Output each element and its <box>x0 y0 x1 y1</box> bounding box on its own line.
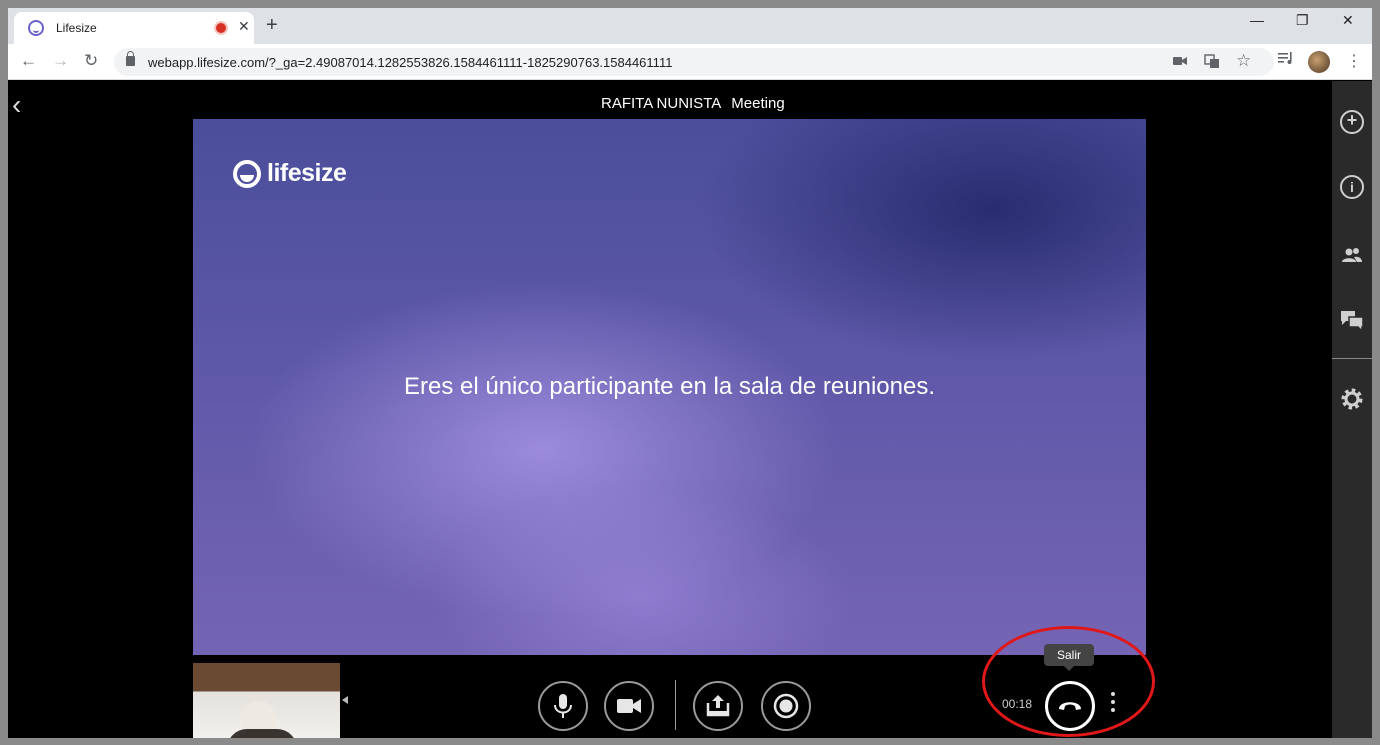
self-view-video[interactable] <box>193 663 340 738</box>
lifesize-logo-icon <box>233 160 261 188</box>
lifesize-logo-text: lifesize <box>267 159 347 187</box>
translate-icon[interactable] <box>1204 53 1220 72</box>
chat-icon[interactable] <box>1340 308 1364 333</box>
recording-indicator-icon <box>216 23 226 33</box>
camera-button[interactable] <box>604 681 654 731</box>
share-screen-icon <box>706 695 730 717</box>
minimize-icon[interactable]: — <box>1250 12 1264 28</box>
record-icon <box>773 693 799 719</box>
collapse-chevron-left-icon[interactable]: ‹ <box>12 89 21 121</box>
browser-window: Lifesize ✕ + — ❐ ✕ ← → ↻ webapp.lifesize… <box>8 8 1372 738</box>
tab-close-icon[interactable]: ✕ <box>238 18 250 35</box>
meeting-host: RAFITA NUNISTA <box>601 95 722 112</box>
sidebar-divider <box>1332 358 1372 359</box>
meeting-label: Meeting <box>731 95 785 112</box>
self-view-collapse-icon[interactable] <box>342 696 348 704</box>
settings-gear-icon[interactable] <box>1340 387 1364 411</box>
camera-in-use-icon[interactable] <box>1172 53 1188 72</box>
lock-icon[interactable] <box>126 51 135 66</box>
bookmark-star-icon[interactable]: ☆ <box>1236 51 1251 71</box>
tab-title: Lifesize <box>56 21 97 35</box>
profile-avatar[interactable] <box>1308 51 1330 73</box>
browser-toolbar: ← → ↻ webapp.lifesize.com/?_ga=2.4908701… <box>8 44 1372 80</box>
microphone-icon <box>554 694 572 718</box>
url-text[interactable]: webapp.lifesize.com/?_ga=2.49087014.1282… <box>148 55 672 70</box>
self-view-body <box>227 729 297 738</box>
media-controls-icon[interactable] <box>1278 51 1294 69</box>
new-tab-button[interactable]: + <box>266 14 278 37</box>
tab-lifesize[interactable]: Lifesize ✕ <box>14 12 254 44</box>
microphone-button[interactable] <box>538 681 588 731</box>
back-arrow-icon[interactable]: ← <box>20 51 37 71</box>
add-circle-icon[interactable]: + <box>1340 110 1364 134</box>
only-participant-message: Eres el único participante en la sala de… <box>404 373 935 400</box>
restore-icon[interactable]: ❐ <box>1296 12 1309 29</box>
camera-icon <box>617 699 641 713</box>
reload-icon[interactable]: ↻ <box>84 51 98 71</box>
meeting-title: RAFITA NUNISTA Meeting <box>601 95 785 112</box>
right-sidebar: + i <box>1332 81 1372 738</box>
forward-arrow-icon[interactable]: → <box>52 51 69 71</box>
controls-divider <box>675 680 676 730</box>
video-stage: lifesize Eres el único participante en l… <box>193 119 1146 655</box>
record-button[interactable] <box>761 681 811 731</box>
participants-icon[interactable] <box>1340 243 1364 267</box>
info-icon[interactable]: i <box>1340 175 1364 199</box>
close-window-icon[interactable]: ✕ <box>1342 12 1354 29</box>
share-screen-button[interactable] <box>693 681 743 731</box>
address-bar[interactable]: webapp.lifesize.com/?_ga=2.49087014.1282… <box>114 48 1274 76</box>
lifesize-favicon-icon <box>28 20 44 36</box>
annotation-highlight-ellipse <box>982 626 1155 737</box>
tab-strip: Lifesize ✕ + — ❐ ✕ <box>8 8 1372 44</box>
lifesize-app: ‹ RAFITA NUNISTA Meeting lifesize Eres el… <box>8 81 1372 738</box>
browser-menu-icon[interactable]: ⋮ <box>1346 51 1362 71</box>
